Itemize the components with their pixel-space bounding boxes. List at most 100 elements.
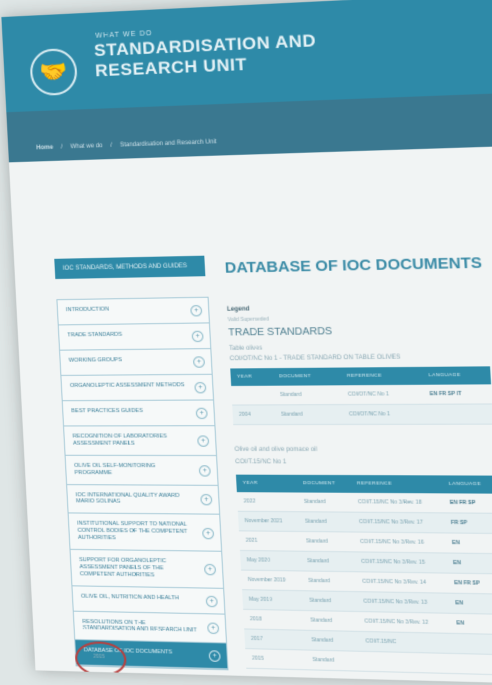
cell-year xyxy=(231,385,275,406)
cell-document: Standard xyxy=(300,551,356,572)
cell-reference: COI/T.15/NC No 3/Rev. 12 xyxy=(357,611,451,634)
plus-icon[interactable]: + xyxy=(208,650,221,663)
column-header: REFERENCE xyxy=(349,475,443,494)
table1-subtitle: Table olives xyxy=(229,345,263,352)
cell-document: Standard xyxy=(298,511,354,533)
table-row: November 2021 Standard COI/T.15/NC No 3/Re… xyxy=(237,511,492,534)
breadcrumb: Home / What we do / Standardisation and … xyxy=(36,139,223,151)
cell-language-links[interactable]: EN xyxy=(449,613,492,635)
handshake-icon[interactable]: 🤝 xyxy=(29,47,79,97)
plus-icon[interactable]: + xyxy=(202,527,215,539)
sidebar-item-panel-support[interactable]: SUPPORT FOR ORGANOLEPTIC ASSESSMENT PANE… xyxy=(70,549,224,589)
sidebar-item-label: ORGANOLEPTIC ASSESSMENT METHODS xyxy=(69,382,185,390)
sidebar-item-recognition[interactable]: RECOGNITION OF LABORATORIES ASSESSMENT P… xyxy=(64,426,217,456)
cell-year: November 2019 xyxy=(241,570,303,591)
cell-year: 2015 xyxy=(245,648,307,670)
column-header: DOCUMENT xyxy=(272,367,341,386)
sidebar-header[interactable]: IOC STANDARDS, METHODS AND GUIDES xyxy=(54,255,206,280)
table-row: 2004 Standard COI/OT/NC No 1 xyxy=(232,403,492,425)
breadcrumb-separator: / xyxy=(60,144,63,151)
cell-reference: COI/T.15/NC No 3/Rev. 13 xyxy=(356,591,450,614)
main-title: DATABASE OF IOC DOCUMENTS xyxy=(224,254,483,277)
sidebar-item-trade-standards[interactable]: TRADE STANDARDS + xyxy=(58,323,211,351)
column-header: LANGUAGE xyxy=(441,475,492,494)
sidebar-item-best-practices[interactable]: BEST PRACTICES GUIDES + xyxy=(62,400,215,427)
breadcrumb-separator: / xyxy=(110,142,113,149)
sidebar-item-label: WORKING GROUPS xyxy=(68,357,123,364)
column-header: REFERENCE xyxy=(339,366,423,386)
cell-language-links[interactable]: EN FR SP xyxy=(442,493,492,514)
sidebar-item-institutional-support[interactable]: INSTITUTIONAL SUPPORT TO NATIONAL CONTRO… xyxy=(68,513,222,552)
cell-year: May 2019 xyxy=(242,589,304,611)
sidebar-item-label: INSTITUTIONAL SUPPORT TO NATIONAL CONTRO… xyxy=(77,520,188,542)
cell-document: Standard xyxy=(297,492,352,513)
breadcrumb-home[interactable]: Home xyxy=(36,145,53,152)
cell-reference: COI/OT/NC No 1 xyxy=(340,384,424,405)
plus-icon[interactable]: + xyxy=(192,356,206,368)
cell-language-links[interactable]: EN xyxy=(446,553,492,574)
plus-icon[interactable]: + xyxy=(197,435,210,447)
cell-year: 2018 xyxy=(243,609,305,631)
section-title: TRADE STANDARDS xyxy=(228,325,333,339)
cell-language-links[interactable] xyxy=(451,653,492,675)
legend-label: Legend xyxy=(226,306,250,313)
sidebar-item-organoleptic[interactable]: ORGANOLEPTIC ASSESSMENT METHODS + xyxy=(61,374,214,402)
cell-document: Standard xyxy=(274,404,344,425)
plus-icon[interactable]: + xyxy=(195,407,208,420)
cell-language-links[interactable]: EN xyxy=(448,593,492,615)
sidebar-item-label: SUPPORT FOR ORGANOLEPTIC ASSESSMENT PANE… xyxy=(79,556,167,579)
plus-icon[interactable]: + xyxy=(198,464,211,477)
cell-document: Standard xyxy=(302,590,358,612)
sidebar-item-label: INTRODUCTION xyxy=(65,306,110,314)
cell-reference xyxy=(359,651,453,674)
table1-standard-link[interactable]: COI/OT/NC No 1 - TRADE STANDARD ON TABLE… xyxy=(230,354,401,362)
column-header: LANGUAGE xyxy=(421,366,492,385)
sidebar-item-self-monitoring[interactable]: OLIVE OIL SELF-MONITORING PROGRAMME + xyxy=(65,455,218,486)
cell-document: Standard xyxy=(301,570,357,592)
cell-language-links[interactable] xyxy=(423,403,492,425)
plus-icon[interactable]: + xyxy=(191,330,204,343)
column-header: DOCUMENT xyxy=(296,474,351,493)
sidebar-item-quality-award[interactable]: IOC INTERNATIONAL QUALITY AWARD MARIO SO… xyxy=(67,484,220,515)
sidebar-item-introduction[interactable]: INTRODUCTION + xyxy=(57,297,209,326)
plus-icon[interactable]: + xyxy=(194,382,207,394)
cell-document: Standard xyxy=(299,531,355,552)
sidebar-item-working-groups[interactable]: WORKING GROUPS + xyxy=(60,349,212,376)
breadcrumb-item: Standardisation and Research Unit xyxy=(119,139,217,149)
cell-reference: COI/T.15/NC No 3/Rev. 15 xyxy=(354,551,448,574)
table2-standard-link[interactable]: COI/T.15/NC No 1 xyxy=(235,459,287,465)
cell-document: Standard xyxy=(273,385,342,405)
cell-document: Standard xyxy=(305,649,361,672)
cell-year: 2017 xyxy=(244,628,306,650)
sidebar-item-label: TRADE STANDARDS xyxy=(67,331,123,339)
cell-language-links[interactable]: EN FR SP xyxy=(447,573,492,595)
table-header-row: YEAR DOCUMENT REFERENCE LANGUAGE xyxy=(235,474,492,494)
cell-reference: COI/T.15/NC No 3/Rev. 18 xyxy=(350,492,444,513)
sidebar-item-label: OLIVE OIL SELF-MONITORING PROGRAMME xyxy=(74,462,156,476)
sidebar-item-nutrition-health[interactable]: OLIVE OIL, NUTRITION AND HEALTH + xyxy=(72,585,225,615)
circled-text: 2015 xyxy=(93,653,105,661)
cell-language-links[interactable]: FR SP xyxy=(443,512,492,534)
browser-page: 🤝 WHAT WE DO STANDARDISATION AND RESEARC… xyxy=(1,0,492,685)
plus-icon[interactable]: + xyxy=(207,622,220,635)
cell-language-links[interactable]: EN xyxy=(444,532,492,554)
monitor-photo: 🤝 WHAT WE DO STANDARDISATION AND RESEARC… xyxy=(0,0,492,685)
sidebar-item-label: RESOLUTIONS ON THE STANDARDISATION AND R… xyxy=(82,618,198,634)
breadcrumb-item[interactable]: What we do xyxy=(70,143,103,150)
table-row: Standard COI/OT/NC No 1 EN FR SP IT xyxy=(231,384,492,406)
cell-language-links[interactable]: EN FR SP IT xyxy=(422,384,492,405)
cell-reference: COI/OT/NC No 1 xyxy=(341,404,425,425)
plus-icon[interactable]: + xyxy=(204,564,217,576)
table-header-row: YEAR DOCUMENT REFERENCE LANGUAGE xyxy=(230,366,492,386)
cell-document: Standard xyxy=(304,630,360,652)
sidebar-item-label: IOC INTERNATIONAL QUALITY AWARD MARIO SO… xyxy=(75,491,180,506)
plus-icon[interactable]: + xyxy=(205,595,218,607)
plus-icon[interactable]: + xyxy=(190,305,203,317)
cell-reference: COI/T.15/NC No 3/Rev. 16 xyxy=(353,532,447,554)
cell-year: November 2021 xyxy=(237,511,300,532)
sidebar-menu: INTRODUCTION + TRADE STANDARDS + WORKING G… xyxy=(56,296,229,671)
plus-icon[interactable]: + xyxy=(200,494,213,506)
column-header: YEAR xyxy=(235,474,298,493)
sidebar-item-label: RECOGNITION OF LABORATORIES ASSESSMENT P… xyxy=(72,433,167,447)
cell-language-links[interactable] xyxy=(450,633,492,655)
